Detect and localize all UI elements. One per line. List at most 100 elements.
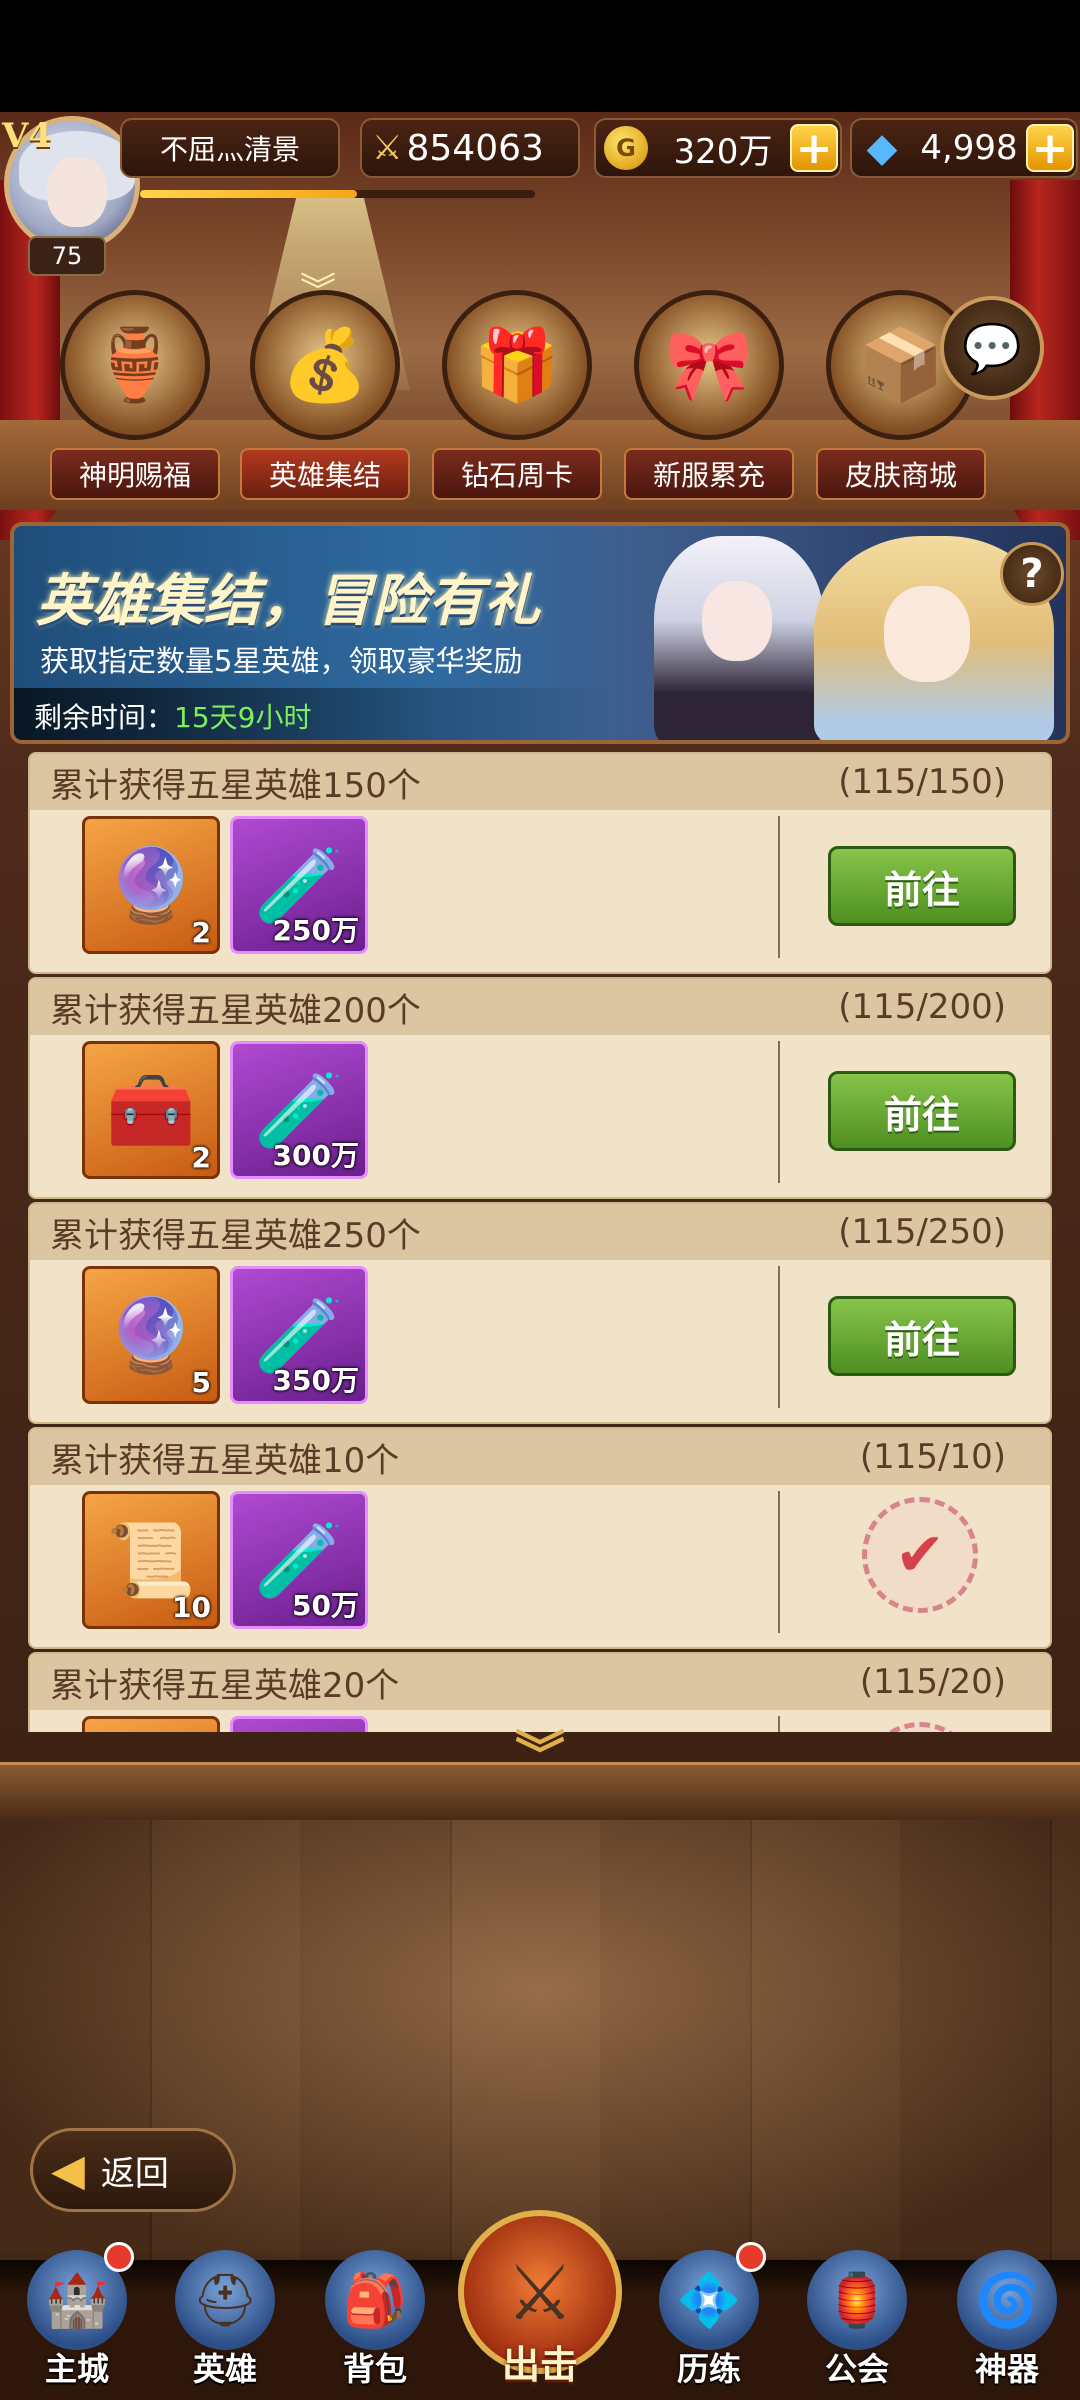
vip-badge: V4	[2, 116, 53, 156]
reward-list: 🧰 2 🧪 300万	[82, 1041, 368, 1179]
character-face	[884, 586, 970, 682]
task-progress: (115/200)	[838, 987, 1006, 1027]
activity-tabs: 🏺 神明赐福 💰 英雄集结 🎁 钻石周卡 🎀 新服累充 📦 皮肤商城	[50, 290, 1050, 520]
back-button[interactable]: ◀ 返回	[30, 2128, 236, 2212]
reward-list: 📜 10 🧪 50万	[82, 1491, 368, 1629]
chat-button[interactable]: 💬	[940, 296, 1044, 400]
reward-item[interactable]: 🧪	[230, 1716, 368, 1732]
reward-count: 350万	[272, 1364, 359, 1397]
exp-bar-fill	[140, 190, 358, 198]
scroll-down-chevron-icon[interactable]: ︾	[512, 1726, 568, 1784]
reward-count: 5	[191, 1366, 211, 1399]
gift-box-icon: 🎀	[634, 290, 784, 440]
diamond-gift-icon: 🎁	[442, 290, 592, 440]
divider	[778, 816, 780, 958]
divider	[778, 1266, 780, 1408]
reward-item[interactable]: 🔮 2	[82, 816, 220, 954]
nav-item-1[interactable]: 🏰 主城	[12, 2242, 142, 2400]
task-row: 累计获得五星英雄10个 (115/10) 📜 10 🧪 50万 ✔	[28, 1427, 1052, 1649]
reward-item[interactable]: 📜	[82, 1716, 220, 1732]
tab-1[interactable]: 🏺 神明赐福	[50, 290, 220, 520]
notification-dot	[736, 2242, 766, 2272]
reward-list: 🔮 5 🧪 350万	[82, 1266, 368, 1404]
reward-item[interactable]: 🧪 50万	[230, 1491, 368, 1629]
reward-count: 50万	[292, 1589, 359, 1622]
diamond-icon: ◆	[866, 125, 898, 171]
task-list[interactable]: 累计获得五星英雄150个 (115/150) 🔮 2 🧪 250万 前往 累计获得五星英雄20…	[28, 752, 1052, 1732]
task-body: 🔮 2 🧪 250万 前往	[30, 810, 1050, 972]
go-button[interactable]: 前往	[828, 846, 1016, 926]
task-title: 累计获得五星英雄150个	[50, 765, 421, 806]
completed-check-icon: ✔	[862, 1497, 978, 1613]
nav-item-2[interactable]: ⛑ 英雄	[160, 2250, 290, 2400]
guild-icon: 🏮	[807, 2250, 907, 2350]
task-header: 累计获得五星英雄150个 (115/150)	[30, 754, 1050, 810]
go-button[interactable]: 前往	[828, 1296, 1016, 1376]
artifact-icon: 🌀	[957, 2250, 1057, 2350]
reward-count: 2	[191, 916, 211, 949]
reward-item[interactable]: 📜 10	[82, 1491, 220, 1629]
scroll-icon: 📜	[106, 1517, 196, 1602]
divine-chest-icon: 🏺	[60, 290, 210, 440]
backpack-icon: 🎒	[325, 2250, 425, 2350]
banner-description: 获取指定数量5星英雄，领取豪华奖励	[40, 644, 523, 678]
reward-count: 2	[191, 1141, 211, 1174]
add-diamond-button[interactable]: +	[1026, 123, 1074, 174]
task-header: 累计获得五星英雄10个 (115/10)	[30, 1429, 1050, 1485]
tab-2[interactable]: 💰 英雄集结	[240, 290, 410, 520]
nav-item-3[interactable]: 🎒 背包	[310, 2250, 440, 2400]
task-title: 累计获得五星英雄250个	[50, 1215, 421, 1256]
remaining-time: 剩余时间： 15天9小时	[14, 688, 614, 740]
nav-item-6[interactable]: 🏮 公会	[792, 2250, 922, 2400]
task-body: 📜 10 🧪 50万 ✔	[30, 1485, 1050, 1647]
divider	[778, 1716, 780, 1732]
reward-item[interactable]: 🔮 5	[82, 1266, 220, 1404]
task-title: 累计获得五星英雄10个	[50, 1440, 400, 1481]
help-button[interactable]: ?	[1000, 542, 1064, 606]
tab-label: 钻石周卡	[432, 448, 602, 500]
reward-item[interactable]: 🧰 2	[82, 1041, 220, 1179]
nav-label: 公会	[824, 2350, 889, 2388]
reward-count: 250万	[272, 914, 359, 947]
nav-item-5[interactable]: 💠 历练	[644, 2242, 774, 2400]
event-banner: 英雄集结，冒险有礼 获取指定数量5星英雄，领取豪华奖励 剩余时间： 15天9小时…	[10, 522, 1070, 744]
banner-title: 英雄集结，冒险有礼	[36, 569, 540, 634]
nav-label: 出击	[501, 2343, 578, 2387]
task-header: 累计获得五星英雄20个 (115/20)	[30, 1654, 1050, 1710]
back-label: 返回	[100, 2153, 169, 2194]
task-title: 累计获得五星英雄20个	[50, 1665, 400, 1706]
task-progress: (115/10)	[859, 1437, 1006, 1477]
nav-label: 背包	[342, 2350, 407, 2388]
task-body: 🧰 2 🧪 300万 前往	[30, 1035, 1050, 1197]
reward-item[interactable]: 🧪 300万	[230, 1041, 368, 1179]
diamond-resource: ◆ 4,998 +	[850, 118, 1078, 178]
combat-power-value: 854063	[406, 127, 544, 169]
reward-list: 🔮 2 🧪 250万	[82, 816, 368, 954]
gold-coin-icon: G	[604, 126, 648, 170]
task-header: 累计获得五星英雄250个 (115/250)	[30, 1204, 1050, 1260]
task-progress: (115/150)	[838, 762, 1006, 802]
diamond-value: 4,998	[920, 128, 1018, 168]
crossed-swords-icon: ⚔	[505, 2247, 575, 2337]
task-body: 🔮 5 🧪 350万 前往	[30, 1260, 1050, 1422]
task-title: 累计获得五星英雄200个	[50, 990, 421, 1031]
go-button[interactable]: 前往	[828, 1071, 1016, 1151]
remaining-time-value: 15天9小时	[174, 701, 312, 734]
player-level: 75	[28, 236, 106, 276]
chat-bubble-icon: 💬	[962, 320, 1022, 377]
tab-4[interactable]: 🎀 新服累充	[624, 290, 794, 520]
reward-item[interactable]: 🧪 250万	[230, 816, 368, 954]
tab-3[interactable]: 🎁 钻石周卡	[432, 290, 602, 520]
add-gold-button[interactable]: +	[790, 123, 838, 174]
task-progress: (115/250)	[838, 1212, 1006, 1252]
divider	[778, 1491, 780, 1633]
nav-label: 主城	[44, 2350, 109, 2388]
divider	[778, 1041, 780, 1183]
nav-item-7[interactable]: 🌀 神器	[942, 2250, 1072, 2400]
back-arrow-icon: ◀	[51, 2144, 85, 2196]
gold-value: 320万	[673, 131, 773, 172]
purple-orb-icon: 🔮	[106, 1292, 196, 1377]
reward-item[interactable]: 🧪 350万	[230, 1266, 368, 1404]
remaining-time-label: 剩余时间：	[34, 701, 175, 734]
task-row: 累计获得五星英雄200个 (115/200) 🧰 2 🧪 300万 前往	[28, 977, 1052, 1199]
